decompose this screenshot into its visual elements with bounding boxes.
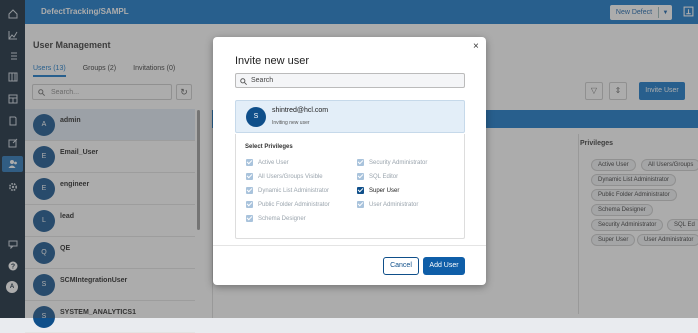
checkbox-checked-icon — [357, 173, 364, 180]
privilege-label: Super User — [369, 187, 400, 194]
privilege-label: User Administrator — [369, 201, 419, 208]
invitee-status: Inviting new user — [272, 120, 310, 126]
privilege-checkbox-user-administrator[interactable]: User Administrator — [357, 201, 418, 208]
privilege-checkbox-all-users-groups[interactable]: All Users/Groups Visible — [246, 173, 323, 180]
privilege-label: SQL Editor — [369, 173, 399, 180]
privilege-checkbox-sql-editor[interactable]: SQL Editor — [357, 173, 398, 180]
privilege-checkbox-dynamic-list-administrator[interactable]: Dynamic List Administrator — [246, 187, 329, 194]
privilege-checkbox-active-user[interactable]: Active User — [246, 159, 289, 166]
privilege-checkbox-schema-designer[interactable]: Schema Designer — [246, 215, 306, 222]
privilege-label: Schema Designer — [258, 215, 306, 222]
close-icon[interactable]: × — [473, 41, 479, 52]
checkbox-checked-icon — [357, 201, 364, 208]
checkbox-checked-icon — [246, 187, 253, 194]
divider — [213, 245, 486, 246]
privilege-label: All Users/Groups Visible — [258, 173, 323, 180]
privilege-checkbox-security-administrator[interactable]: Security Administrator — [357, 159, 427, 166]
checkbox-checked-icon — [246, 201, 253, 208]
checkbox-checked-icon — [246, 159, 253, 166]
checkbox-checked-icon — [357, 159, 364, 166]
avatar: S — [246, 107, 266, 127]
privilege-checkbox-public-folder-administrator[interactable]: Public Folder Administrator — [246, 201, 330, 208]
checkbox-checked-icon — [246, 215, 253, 222]
privilege-label: Active User — [258, 159, 289, 166]
cancel-button[interactable]: Cancel — [383, 257, 419, 275]
add-user-button[interactable]: Add User — [423, 257, 465, 275]
search-icon — [240, 78, 247, 85]
privilege-label: Public Folder Administrator — [258, 201, 330, 208]
checkbox-checked-icon — [357, 187, 364, 194]
privilege-checkbox-super-user[interactable]: Super User — [357, 187, 399, 194]
privileges-box: Select Privileges Active User Security A… — [235, 134, 465, 239]
invitee-email: shintred@hcl.com — [272, 107, 329, 114]
privilege-label: Dynamic List Administrator — [258, 187, 330, 194]
invite-search-placeholder: Search — [251, 77, 274, 84]
invite-search-input[interactable]: Search — [235, 73, 465, 88]
invitee-card[interactable]: S shintred@hcl.com Inviting new user — [235, 100, 465, 133]
privilege-label: Security Administrator — [369, 159, 428, 166]
dialog-title: Invite new user — [235, 55, 309, 67]
invite-user-dialog: × Invite new user Search S shintred@hcl.… — [213, 37, 486, 285]
privileges-heading: Select Privileges — [245, 144, 293, 150]
checkbox-checked-icon — [246, 173, 253, 180]
